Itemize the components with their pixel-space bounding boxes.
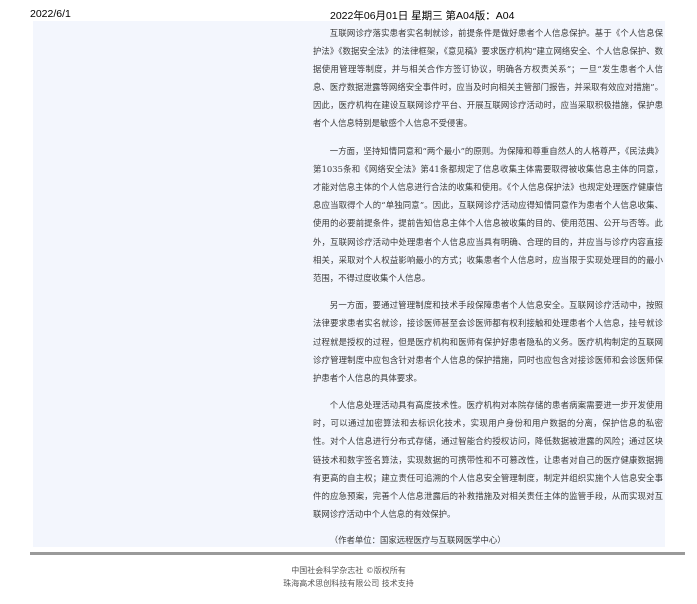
tech-support-notice: 珠海高术思创科技有限公司 技术支持 [283, 579, 414, 588]
print-date: 2022/6/1 [30, 8, 71, 20]
author-affiliation: （作者单位：国家远程医疗与互联网医学中心） [329, 535, 506, 546]
article-body: 互联网诊疗落实患者实名制就诊，前提条件是做好患者个人信息保护。基于《个人信息保护… [313, 24, 663, 559]
article-paragraph: 一方面，坚持知情同意和“两个最小”的原则。为保障和尊重自然人的人格尊严，《民法典… [313, 146, 663, 283]
footer-divider [30, 552, 685, 555]
article-paragraph: 个人信息处理活动具有高度技术性。医疗机构对本院存储的患者病案需要进一步开发使用时… [313, 400, 663, 519]
article-paragraph: 互联网诊疗落实患者实名制就诊，前提条件是做好患者个人信息保护。基于《个人信息保护… [313, 28, 663, 129]
copyright-notice: 中国社会科学杂志社 ©版权所有 [291, 566, 406, 575]
article-paragraph: 另一方面，要通过管理制度和技术手段保障患者个人信息安全。互联网诊疗活动中，按照法… [313, 300, 663, 383]
